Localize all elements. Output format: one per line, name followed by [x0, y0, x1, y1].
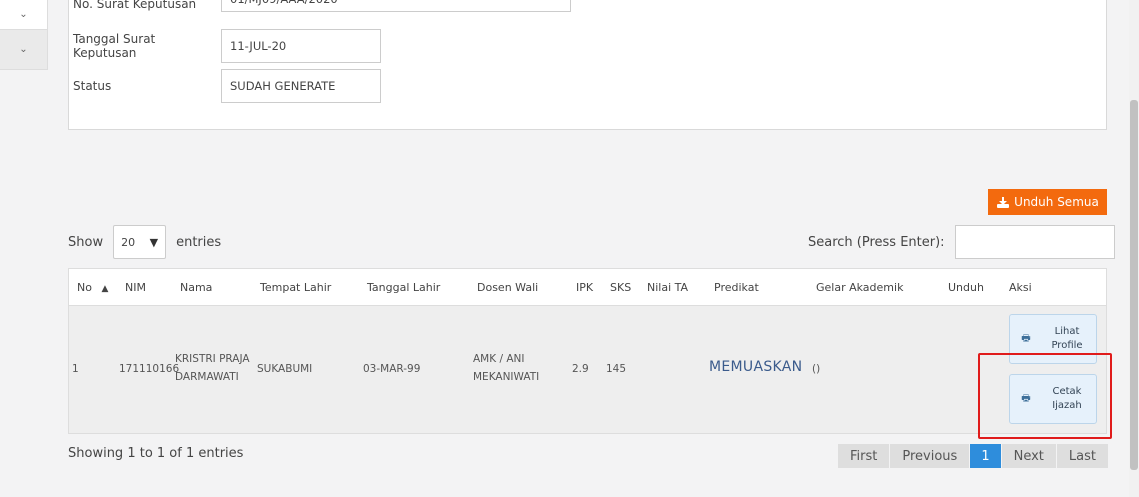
view-profile-label-line-2: Profile [1051, 340, 1083, 351]
col-predikat[interactable]: Predikat [714, 281, 759, 294]
view-profile-label: Lihat Profile [1038, 325, 1096, 353]
download-icon [997, 196, 1010, 208]
form-row-decree-number: No. Surat Keputusan 01/MJ09/AAA/2020 [69, 0, 571, 12]
sort-asc-icon: ▲ [101, 284, 109, 294]
entries-per-page-value: 20 [121, 235, 136, 249]
form-row-decree-date: Tanggal Surat Keputusan 11-JUL-20 [69, 29, 381, 63]
cell-ipk: 2.9 [572, 363, 589, 375]
col-tanggal-lahir[interactable]: Tanggal Lahir [367, 281, 440, 294]
page-1-button[interactable]: 1 [970, 444, 1002, 468]
decree-date-label: Tanggal Surat Keputusan [73, 32, 156, 60]
view-profile-label-line-1: Lihat [1054, 326, 1080, 337]
cell-sks: 145 [606, 363, 627, 375]
decree-number-label: No. Surat Keputusan [73, 0, 197, 11]
pagination: First Previous 1 Next Last [838, 444, 1109, 468]
col-dosen-wali[interactable]: Dosen Wali [477, 281, 538, 294]
chevron-down-icon: ⌄ [19, 44, 28, 55]
print-icon: 🖶 [1021, 332, 1031, 344]
decree-info-panel: No. Surat Keputusan 01/MJ09/AAA/2020 Tan… [68, 0, 1107, 130]
download-all-button[interactable]: Unduh Semua [988, 189, 1107, 215]
cell-dosen-wali: AMK / ANI MEKANIWATI [473, 350, 539, 386]
entries-length-control: Show 20 ▼ entries [68, 225, 221, 259]
vertical-scrollbar[interactable] [1129, 0, 1139, 497]
status-label: Status [73, 79, 112, 93]
sidebar-toggle-1[interactable]: ⌄ [0, 0, 48, 30]
col-ipk[interactable]: IPK [576, 281, 593, 294]
table-search: Search (Press Enter): [808, 225, 1115, 259]
col-nama[interactable]: Nama [180, 281, 212, 294]
col-nim[interactable]: NIM [125, 281, 146, 294]
col-sks[interactable]: SKS [610, 281, 631, 294]
chevron-down-icon: ⌄ [19, 9, 28, 20]
page-previous-button[interactable]: Previous [890, 444, 971, 468]
col-tempat-lahir[interactable]: Tempat Lahir [260, 281, 331, 294]
table-row: 1 171110166 KRISTRI PRAJA DARMAWATI SUKA… [69, 306, 1106, 433]
sidebar-toggle-2[interactable]: ⌄ [0, 30, 48, 70]
col-no[interactable]: No ▲ [77, 281, 108, 294]
cell-gelar-akademik: () [812, 363, 821, 375]
cell-nama-line-2: DARMAWATI [175, 371, 239, 383]
cell-nama: KRISTRI PRAJA DARMAWATI [175, 350, 250, 386]
col-no-label: No [77, 281, 92, 294]
graduates-table: No ▲ NIM Nama Tempat Lahir Tanggal Lahir… [68, 268, 1107, 434]
decree-date-field[interactable]: 11-JUL-20 [221, 29, 381, 63]
table-header: No ▲ NIM Nama Tempat Lahir Tanggal Lahir… [69, 269, 1106, 306]
cell-nama-line-1: KRISTRI PRAJA [175, 353, 250, 365]
search-input[interactable] [954, 225, 1115, 259]
status-field[interactable]: SUDAH GENERATE [221, 69, 381, 103]
entries-label: entries [176, 234, 222, 250]
entries-per-page-select[interactable]: 20 ▼ [113, 225, 167, 259]
sidebar: ⌄ ⌄ [0, 0, 48, 70]
form-row-status: Status SUDAH GENERATE [69, 69, 381, 103]
col-unduh[interactable]: Unduh [948, 281, 984, 294]
cell-dosen-wali-line-1: AMK / ANI [473, 353, 525, 365]
chevron-down-icon: ▼ [149, 235, 159, 249]
cell-tempat-lahir: SUKABUMI [257, 363, 313, 375]
page-next-button[interactable]: Next [1001, 444, 1057, 468]
download-all-label: Unduh Semua [1014, 195, 1099, 209]
search-label: Search (Press Enter): [808, 234, 945, 250]
decree-number-field[interactable]: 01/MJ09/AAA/2020 [221, 0, 571, 12]
scrollbar-thumb[interactable] [1130, 100, 1138, 470]
cell-no: 1 [72, 363, 79, 375]
col-aksi[interactable]: Aksi [1009, 281, 1032, 294]
col-nilai-ta[interactable]: Nilai TA [647, 281, 688, 294]
cell-dosen-wali-line-2: MEKANIWATI [473, 371, 540, 383]
cell-predikat: MEMUASKAN [709, 359, 803, 375]
cell-tanggal-lahir: 03-MAR-99 [363, 363, 421, 375]
highlight-box [978, 353, 1112, 439]
show-label: Show [68, 234, 104, 250]
page-last-button[interactable]: Last [1056, 444, 1109, 468]
page-first-button[interactable]: First [838, 444, 891, 468]
table-info: Showing 1 to 1 of 1 entries [68, 446, 244, 461]
col-gelar-akademik[interactable]: Gelar Akademik [816, 281, 903, 294]
cell-nim: 171110166 [119, 363, 180, 375]
